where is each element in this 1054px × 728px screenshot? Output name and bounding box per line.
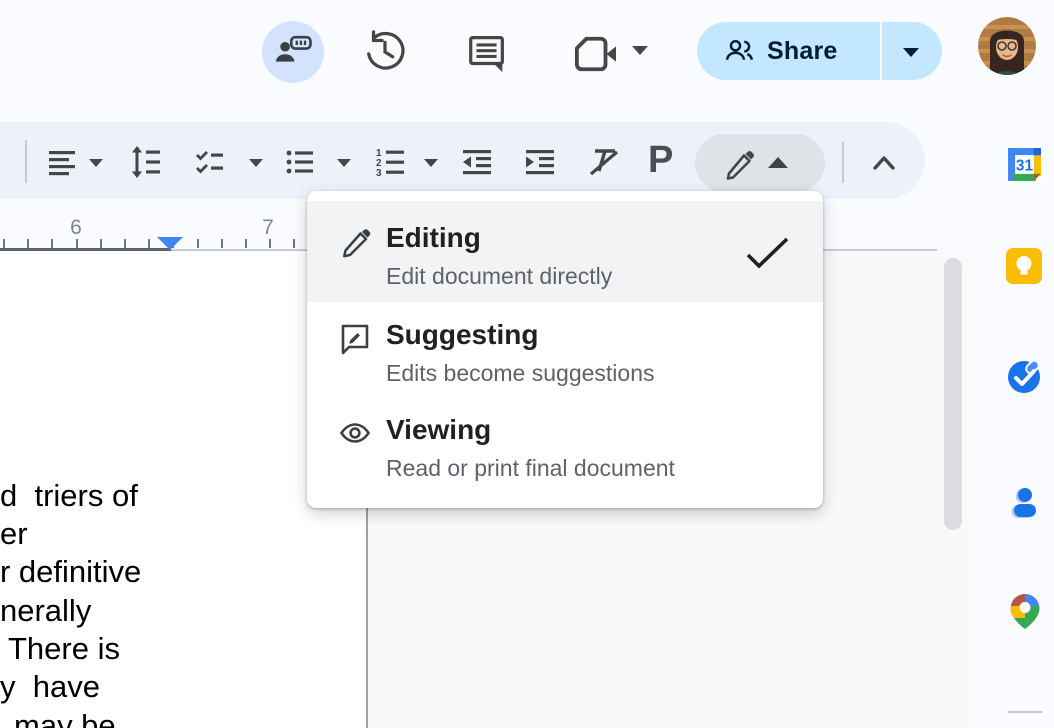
menu-item-title: Suggesting (386, 318, 655, 351)
menu-item-description: Edits become suggestions (386, 360, 655, 386)
editing-mode-menu: Editing Edit document directly Suggestin… (307, 191, 823, 508)
mode-caret-up (768, 157, 788, 168)
menu-item-title: Editing (386, 221, 612, 254)
editing-mode-button[interactable] (695, 134, 825, 192)
share-button-label: Share (767, 37, 837, 66)
bulleted-list-button[interactable] (284, 146, 316, 178)
sidebar-divider (1008, 711, 1042, 713)
svg-text:31: 31 (1016, 158, 1034, 175)
share-people-icon (724, 37, 754, 65)
video-camera-icon (572, 33, 618, 75)
numbered-list-caret[interactable] (424, 159, 438, 167)
history-clock-icon (362, 28, 408, 74)
extension-p-icon[interactable]: P (648, 141, 673, 179)
ruler-line-left (0, 248, 171, 251)
pencil-outline-icon (338, 224, 372, 258)
pencil-icon (722, 146, 756, 180)
chevron-up-icon (868, 150, 900, 176)
person-captions-icon (272, 31, 314, 73)
line-spacing-icon (129, 145, 163, 179)
checklist-button[interactable] (194, 146, 226, 178)
menu-item-description: Edit document directly (386, 263, 612, 289)
google-docs-app: Share (0, 0, 1054, 728)
doc-text-line: may be (14, 707, 116, 728)
toolbar-divider (25, 140, 27, 183)
align-left-icon (46, 146, 78, 178)
menu-item-description: Read or print final document (386, 455, 675, 481)
ruler-mark-7: 7 (256, 216, 280, 240)
align-caret[interactable] (89, 159, 103, 167)
version-history-button[interactable] (362, 28, 408, 74)
checklist-icon (194, 146, 226, 178)
increase-indent-icon (523, 146, 557, 178)
suggest-edits-icon (338, 321, 372, 355)
sidebar-calendar-icon[interactable]: 31 (1006, 146, 1043, 183)
collaborators-presence-button[interactable] (262, 21, 324, 83)
meet-call-button[interactable] (572, 33, 618, 75)
doc-text-line: There is (8, 630, 120, 668)
doc-text-line: r definitive (0, 553, 141, 591)
share-dropdown-caret[interactable] (903, 48, 919, 57)
sidebar-keep-icon[interactable] (1006, 248, 1042, 284)
decrease-indent-icon (460, 146, 494, 178)
doc-text-line: y have (0, 668, 100, 706)
hide-menus-button[interactable] (868, 150, 900, 176)
bulleted-list-icon (284, 146, 316, 178)
doc-text-line: d triers of (0, 477, 138, 515)
ruler-mark-6: 6 (64, 216, 88, 240)
menu-item-editing[interactable]: Editing Edit document directly (307, 201, 823, 302)
clear-formatting-icon (586, 145, 622, 179)
check-icon (745, 236, 791, 272)
align-button[interactable] (46, 146, 78, 178)
sidebar-maps-icon[interactable] (1007, 592, 1043, 630)
comments-button[interactable] (464, 30, 510, 76)
checklist-caret[interactable] (249, 159, 263, 167)
bulleted-list-caret[interactable] (337, 159, 351, 167)
doc-text-line: nerally (0, 592, 91, 630)
menu-item-title: Viewing (386, 413, 675, 446)
vertical-scrollbar[interactable] (944, 258, 962, 530)
menu-item-viewing[interactable]: Viewing Read or print final document (307, 399, 823, 499)
clear-formatting-button[interactable] (586, 145, 622, 179)
share-button[interactable]: Share (697, 22, 942, 80)
numbered-list-button[interactable]: 1 2 3 (373, 145, 407, 179)
account-avatar[interactable] (978, 17, 1036, 75)
toolbar-divider-2 (842, 142, 844, 183)
increase-indent-button[interactable] (523, 146, 557, 178)
sidebar-contacts-icon[interactable] (1006, 484, 1042, 520)
numbered-list-icon: 1 2 3 (373, 145, 407, 179)
svg-text:3: 3 (376, 168, 382, 179)
meet-dropdown-caret[interactable] (632, 46, 648, 55)
sidebar-tasks-icon[interactable] (1006, 359, 1042, 395)
menu-item-suggesting[interactable]: Suggesting Edits become suggestions (307, 302, 823, 399)
indent-marker-triangle[interactable] (157, 237, 183, 250)
doc-text-line: er (0, 515, 28, 553)
comment-icon (464, 30, 510, 76)
share-split-divider (880, 22, 882, 80)
line-spacing-button[interactable] (129, 145, 163, 179)
decrease-indent-button[interactable] (460, 146, 494, 178)
eye-icon (338, 416, 372, 450)
